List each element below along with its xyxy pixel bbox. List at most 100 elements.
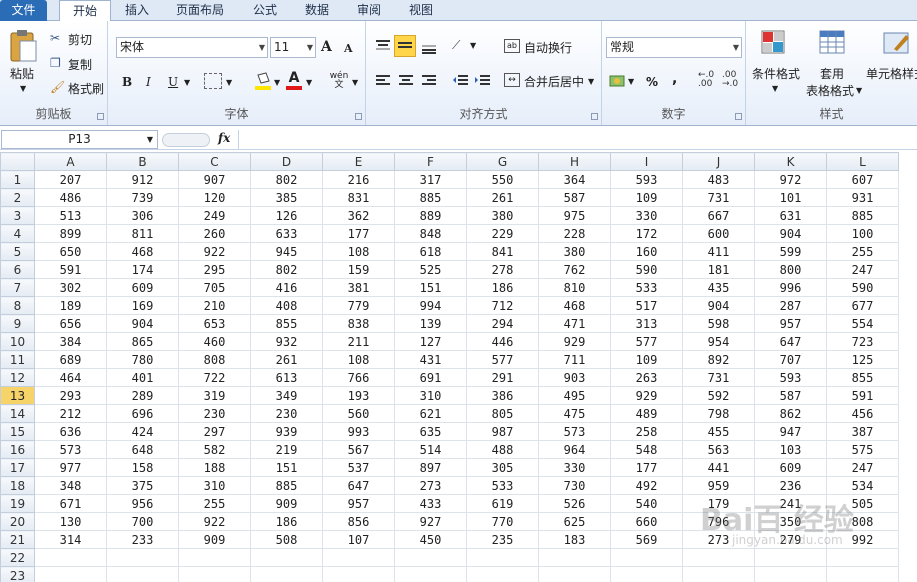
align-center-icon[interactable] — [397, 73, 415, 89]
cell[interactable] — [466, 548, 539, 567]
shrink-font-icon[interactable]: A — [344, 42, 353, 55]
row-header[interactable]: 4 — [0, 224, 35, 243]
cell[interactable]: 587 — [538, 188, 611, 207]
orientation-icon[interactable]: ⟋ — [452, 38, 460, 53]
cell[interactable]: 533 — [610, 278, 683, 297]
cell[interactable]: 174 — [106, 260, 179, 279]
cell[interactable]: 151 — [250, 458, 323, 477]
cell[interactable]: 573 — [34, 440, 107, 459]
format-painter-icon[interactable]: 🖌 — [50, 80, 65, 94]
cell[interactable]: 108 — [322, 350, 395, 369]
cell[interactable]: 455 — [682, 422, 755, 441]
chevron-down-icon[interactable]: ▼ — [772, 84, 778, 93]
fill-color-icon[interactable] — [254, 71, 272, 91]
cell[interactable]: 517 — [610, 296, 683, 315]
cell[interactable]: 945 — [250, 242, 323, 261]
cell[interactable]: 907 — [178, 170, 251, 189]
cell[interactable] — [826, 566, 899, 582]
chevron-down-icon[interactable]: ▼ — [274, 78, 280, 87]
cell[interactable]: 805 — [466, 404, 539, 423]
cell[interactable] — [610, 548, 683, 567]
wrap-text-icon[interactable]: ab — [504, 39, 520, 53]
cell[interactable] — [322, 566, 395, 582]
number-format-select[interactable]: 常规 ▼ — [606, 37, 742, 58]
select-all-corner[interactable] — [0, 152, 35, 171]
cell[interactable]: 495 — [538, 386, 611, 405]
tab-home[interactable]: 开始 — [59, 0, 111, 22]
cell[interactable]: 862 — [754, 404, 827, 423]
cell[interactable]: 513 — [34, 206, 107, 225]
insert-function-button[interactable]: fx — [218, 131, 230, 145]
cell[interactable] — [826, 548, 899, 567]
row-header[interactable]: 2 — [0, 188, 35, 207]
cell[interactable]: 126 — [250, 206, 323, 225]
cell-styles-icon[interactable] — [882, 29, 912, 59]
cell[interactable]: 929 — [538, 332, 611, 351]
row-header[interactable]: 15 — [0, 422, 35, 441]
cell[interactable]: 957 — [754, 314, 827, 333]
cell[interactable]: 770 — [466, 512, 539, 531]
percent-style-button[interactable]: % — [646, 75, 658, 89]
cell[interactable]: 590 — [826, 278, 899, 297]
cell[interactable]: 294 — [466, 314, 539, 333]
increase-decimal-icon[interactable]: ←.0.00 — [698, 71, 714, 89]
cell[interactable]: 255 — [826, 242, 899, 261]
cell[interactable] — [106, 566, 179, 582]
row-header[interactable]: 5 — [0, 242, 35, 261]
cell[interactable]: 609 — [106, 278, 179, 297]
row-header[interactable]: 6 — [0, 260, 35, 279]
cell[interactable]: 273 — [394, 476, 467, 495]
cell[interactable]: 903 — [538, 368, 611, 387]
cell[interactable]: 691 — [394, 368, 467, 387]
cell[interactable]: 310 — [394, 386, 467, 405]
cell[interactable]: 689 — [34, 350, 107, 369]
cell[interactable]: 348 — [34, 476, 107, 495]
row-header[interactable]: 17 — [0, 458, 35, 477]
cell[interactable]: 730 — [538, 476, 611, 495]
cell[interactable]: 636 — [34, 422, 107, 441]
cell[interactable]: 766 — [322, 368, 395, 387]
cell[interactable]: 441 — [682, 458, 755, 477]
cell[interactable]: 582 — [178, 440, 251, 459]
cell[interactable]: 289 — [106, 386, 179, 405]
cell[interactable]: 139 — [394, 314, 467, 333]
cell[interactable]: 731 — [682, 188, 755, 207]
cell[interactable]: 811 — [106, 224, 179, 243]
cell[interactable]: 424 — [106, 422, 179, 441]
cell[interactable]: 897 — [394, 458, 467, 477]
cell[interactable]: 607 — [826, 170, 899, 189]
cell[interactable]: 723 — [826, 332, 899, 351]
cell[interactable]: 302 — [34, 278, 107, 297]
cell[interactable]: 219 — [250, 440, 323, 459]
phonetic-guide-icon[interactable]: wén 文 — [328, 72, 350, 90]
cell[interactable]: 287 — [754, 296, 827, 315]
cell[interactable]: 569 — [610, 530, 683, 549]
dialog-launcher-icon[interactable] — [735, 113, 742, 120]
cell[interactable]: 831 — [322, 188, 395, 207]
cell[interactable]: 892 — [682, 350, 755, 369]
decrease-indent-icon[interactable] — [452, 73, 470, 89]
cell[interactable]: 468 — [106, 242, 179, 261]
cell[interactable] — [34, 548, 107, 567]
cell[interactable]: 656 — [34, 314, 107, 333]
cell[interactable]: 229 — [466, 224, 539, 243]
row-header[interactable]: 23 — [0, 566, 35, 582]
cell[interactable]: 577 — [466, 350, 539, 369]
cell[interactable]: 848 — [394, 224, 467, 243]
cell[interactable]: 779 — [322, 296, 395, 315]
cell[interactable]: 489 — [610, 404, 683, 423]
row-header[interactable]: 18 — [0, 476, 35, 495]
cell[interactable]: 987 — [466, 422, 539, 441]
cell[interactable]: 590 — [610, 260, 683, 279]
row-header[interactable]: 1 — [0, 170, 35, 189]
row-header[interactable]: 20 — [0, 512, 35, 531]
cell[interactable]: 416 — [250, 278, 323, 297]
cell[interactable]: 177 — [322, 224, 395, 243]
row-header[interactable]: 7 — [0, 278, 35, 297]
cell[interactable]: 125 — [826, 350, 899, 369]
cell[interactable] — [538, 566, 611, 582]
cell[interactable]: 380 — [538, 242, 611, 261]
accounting-format-icon[interactable] — [608, 73, 626, 89]
increase-indent-icon[interactable] — [474, 73, 492, 89]
cell[interactable]: 534 — [826, 476, 899, 495]
